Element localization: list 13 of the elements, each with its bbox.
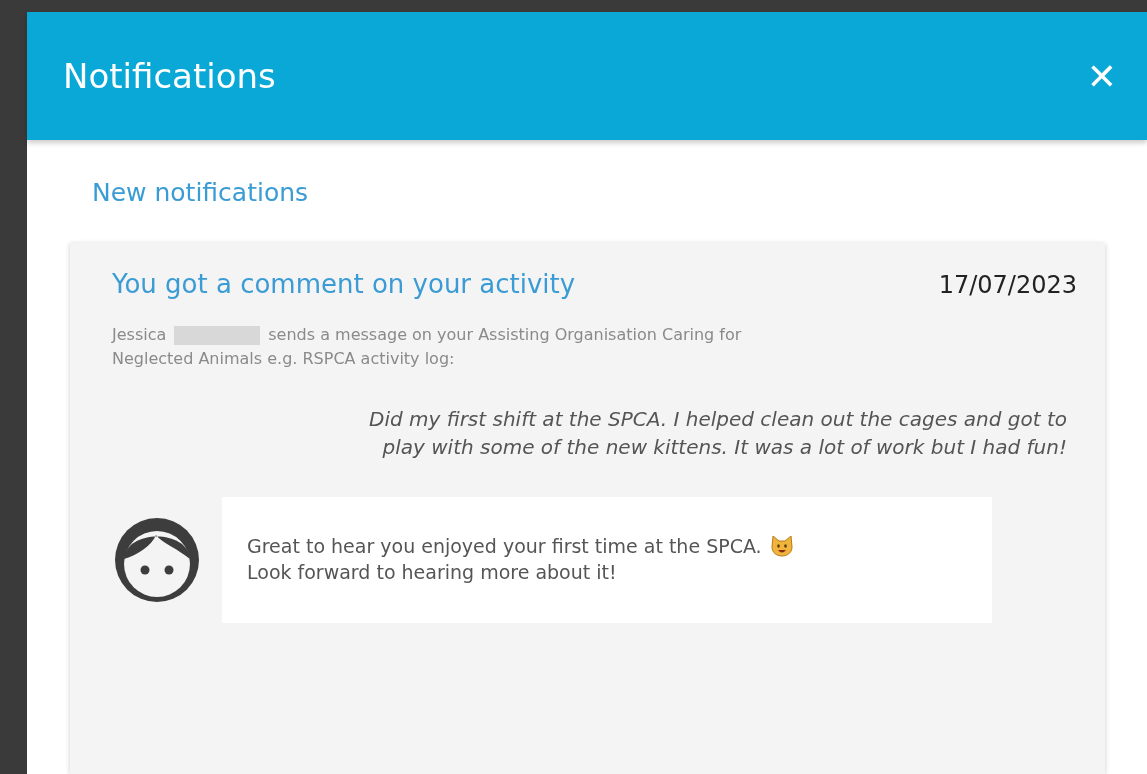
activity-quote: Did my first shift at the SPCA. I helped clean out the cages and got to play with some of the new kittens. It was a lot of work but I had fun!	[368, 406, 1067, 461]
cat-face-icon	[769, 534, 794, 558]
reply-text: Look forward to hearing more about it!	[247, 560, 618, 585]
dialog-title: Notifications	[63, 56, 276, 96]
message-text: sends a message on your Assisting Organisation Caring for	[268, 324, 742, 346]
notification-title[interactable]: You got a comment on your activity	[112, 269, 576, 299]
notification-date: 17/07/2023	[938, 271, 1077, 299]
author-name: Jessica	[112, 324, 167, 346]
message-text: Neglected Animals e.g. RSPCA activity log:	[112, 348, 456, 370]
reply-text: Great to hear you enjoyed your first time at the SPCA.	[247, 534, 762, 559]
section-heading: New notifications	[92, 178, 310, 207]
avatar-icon	[112, 515, 202, 605]
close-button[interactable]: ✕	[1086, 55, 1117, 97]
